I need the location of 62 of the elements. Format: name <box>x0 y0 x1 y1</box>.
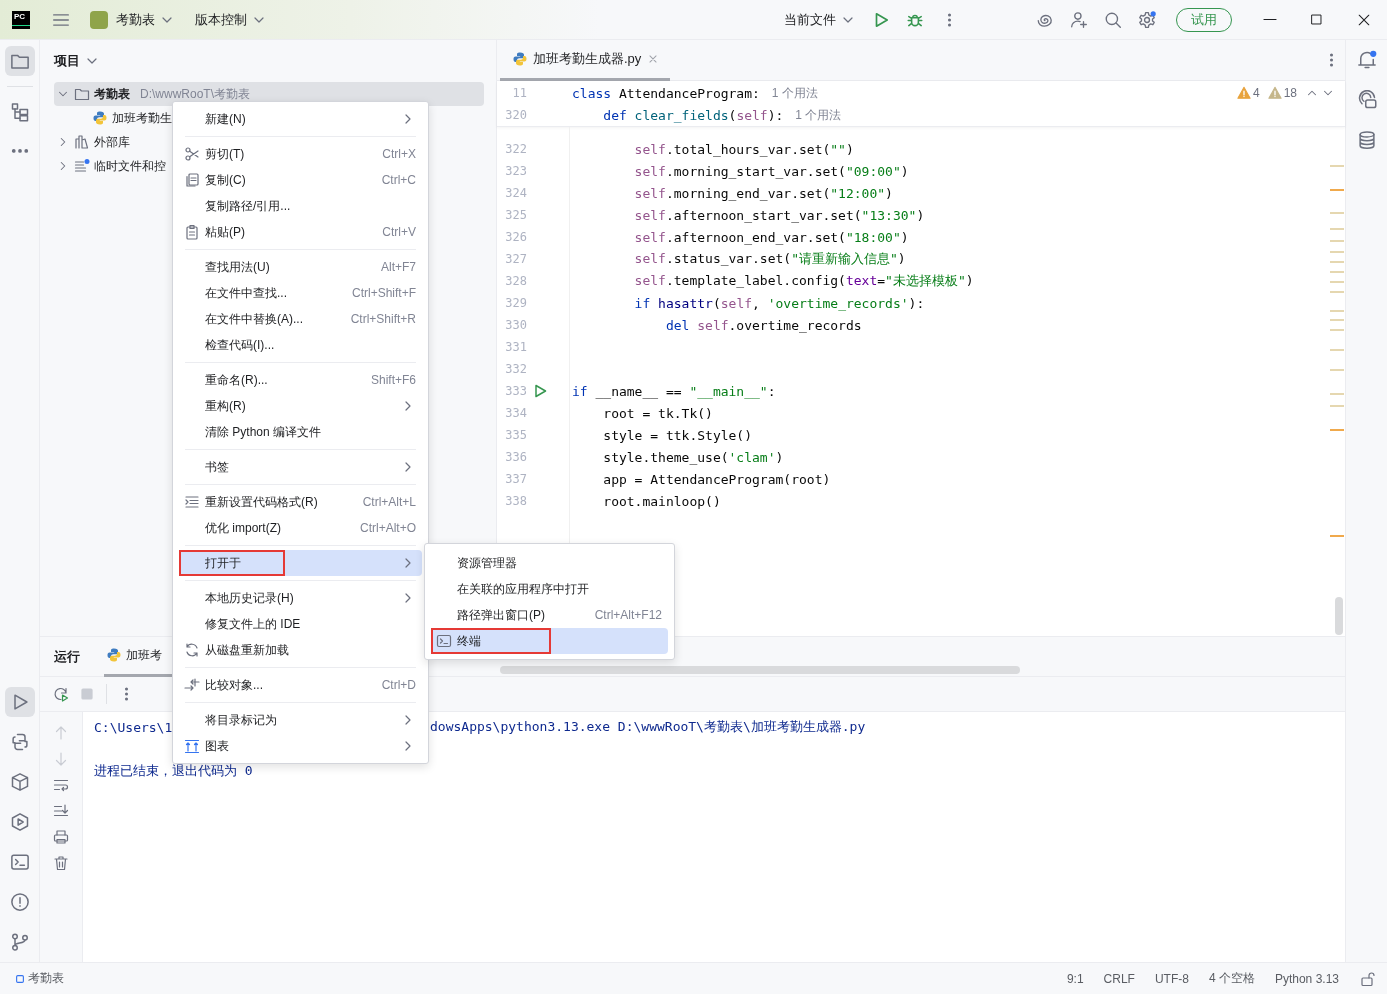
line-number: 338 <box>504 494 527 508</box>
usage-hint: 1 个用法 <box>795 106 842 124</box>
line-number: 323 <box>504 164 527 178</box>
code-line: self.morning_end_var.set("12:00") <box>633 185 893 201</box>
code-line: if __name__ == "__main__": <box>572 383 776 399</box>
code-line: class AttendanceProgram: <box>572 85 760 101</box>
panel-title: 运行 <box>54 647 80 666</box>
line-number: 326 <box>504 230 527 244</box>
code-line: self.morning_start_var.set("09:00") <box>633 163 909 179</box>
code-line: self.afternoon_start_var.set("13:30") <box>633 207 925 223</box>
line-number: 332 <box>504 362 527 376</box>
shortcut-label: Ctrl+Alt+F12 <box>594 608 662 622</box>
shortcut-label: Ctrl+V <box>382 225 416 239</box>
line-number: 336 <box>504 450 527 464</box>
code-line: app = AttendanceProgram(root) <box>602 471 831 487</box>
code-line: style = ttk.Style() <box>602 427 752 443</box>
usage-hint: 1 个用法 <box>771 84 818 102</box>
console-text: dowsApps\python3.13.exe D:\wwwRooT\考勤表\加班考勤生成器.py <box>430 718 866 736</box>
code-line: style.theme_use('clam') <box>602 449 784 465</box>
line-number: 334 <box>504 406 527 420</box>
shortcut-label: Ctrl+Shift+F <box>351 286 416 300</box>
code-line: root.mainloop() <box>602 493 721 509</box>
line-number: 328 <box>504 274 527 288</box>
line-number: 331 <box>504 340 527 354</box>
line-number: 322 <box>504 142 527 156</box>
shortcut-label: Shift+F6 <box>370 373 416 387</box>
code-line: del self.overtime_records <box>664 317 862 333</box>
line-number: 333 <box>504 384 527 398</box>
tree-item-label: 临时文件和控 <box>94 157 166 175</box>
app-logo: PC <box>12 10 30 29</box>
line-number: 324 <box>504 186 527 200</box>
line-number: 330 <box>504 318 527 332</box>
code-line: root = tk.Tk() <box>602 405 713 421</box>
warning-count: 4 <box>1252 86 1260 100</box>
line-number: 320 <box>504 108 527 122</box>
shortcut-label: Ctrl+Alt+L <box>362 495 416 509</box>
weak-warning-count: 18 <box>1283 86 1297 100</box>
line-number: 337 <box>504 472 527 486</box>
tree-item-path: D:\wwwRooT\考勤表 <box>140 85 250 103</box>
line-number: 325 <box>504 208 527 222</box>
panel-title: 项目 <box>54 52 80 70</box>
code-line: if hasattr(self, 'overtime_records'): <box>633 295 925 311</box>
console-text: C:\Users\1 <box>94 719 173 735</box>
console-text: 进程已结束，退出代码为 0 <box>94 762 253 780</box>
line-number: 329 <box>504 296 527 310</box>
shortcut-label: Ctrl+X <box>382 147 416 161</box>
line-number: 327 <box>504 252 527 266</box>
shortcut-label: Ctrl+C <box>381 173 416 187</box>
shortcut-label: Ctrl+D <box>381 678 416 692</box>
code-line: self.status_var.set("请重新输入信息") <box>633 250 906 268</box>
code-line: self.total_hours_var.set("") <box>633 141 854 157</box>
shortcut-label: Ctrl+Shift+R <box>350 312 416 326</box>
code-line: def clear_fields(self): <box>602 107 784 123</box>
code-line: self.template_label.config(text="未选择模板") <box>633 272 974 290</box>
tree-item-label: 加班考勤生 <box>112 109 172 127</box>
line-number: 11 <box>511 86 527 100</box>
code-line: self.afternoon_end_var.set("18:00") <box>633 229 909 245</box>
line-number: 335 <box>504 428 527 442</box>
tree-item-label: 考勤表 <box>94 85 130 103</box>
shortcut-label: Alt+F7 <box>381 260 416 274</box>
shortcut-label: Ctrl+Alt+O <box>360 521 416 535</box>
tree-item-label: 外部库 <box>94 133 130 151</box>
